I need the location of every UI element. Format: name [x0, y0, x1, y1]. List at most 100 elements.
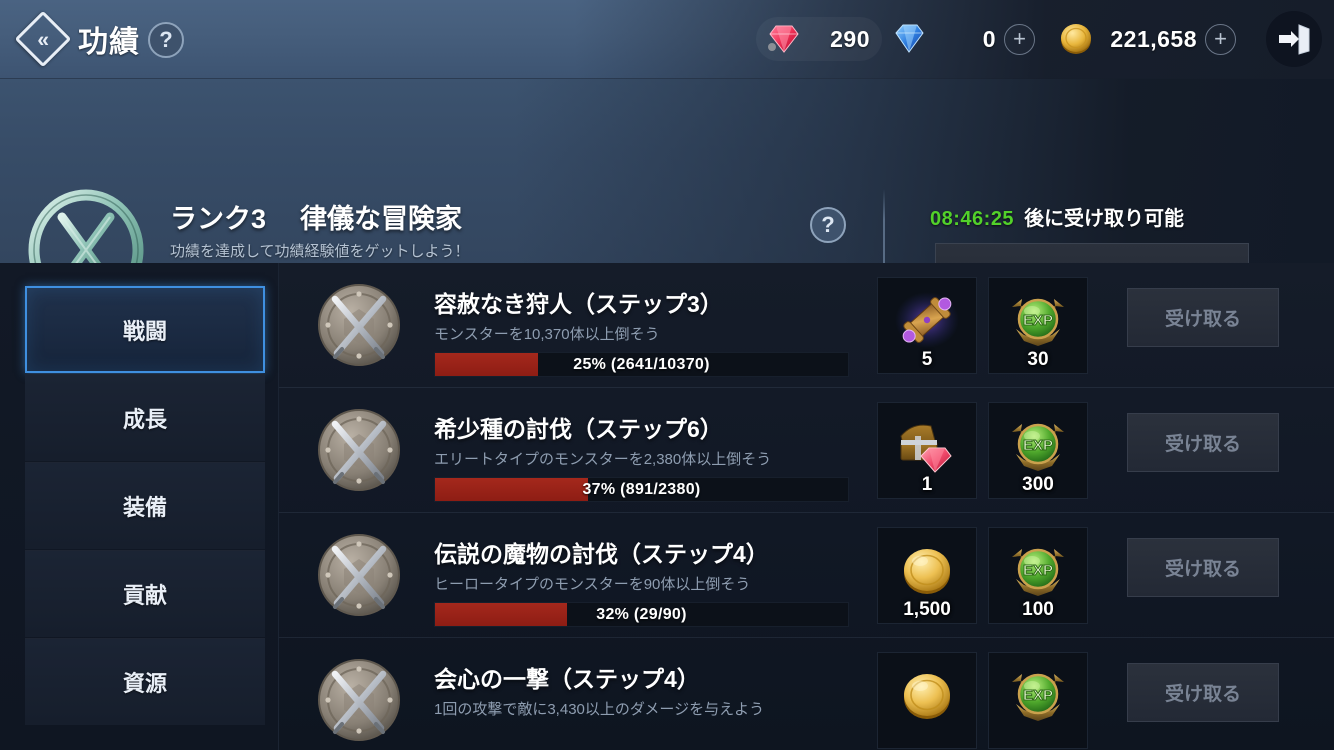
supply-timer: 08:46:25 後に受け取り可能 — [930, 202, 1184, 231]
reward-group: 1 EXP 300 — [877, 402, 1088, 499]
achievement-description: モンスターを10,370体以上倒そう — [434, 326, 660, 343]
sidebar-item-label: 戦闘 — [122, 318, 167, 344]
reward-count: 1 — [921, 474, 933, 495]
exp-badge-icon: EXP — [1004, 414, 1072, 476]
reward-group: 1,500 EXP 100 — [877, 527, 1088, 624]
currency-bar: 290 0 + 221,658 + — [756, 12, 1250, 66]
achievement-progress-label: 32% (29/90) — [596, 605, 687, 623]
achievement-name: 希少種の討伐（ステップ6） — [434, 416, 723, 442]
currency-ruby[interactable]: 290 — [756, 17, 882, 61]
achievement-progress-bar: 32% (29/90) — [434, 602, 849, 627]
achievement-progress-bar: 37% (891/2380) — [434, 477, 849, 502]
sidebar-item-label: 資源 — [122, 671, 167, 696]
double-chevron-left-icon: « — [14, 10, 72, 68]
page-title: 功績 — [78, 26, 140, 59]
achievement-name: 会心の一撃（ステップ4） — [434, 666, 700, 692]
reward-item[interactable]: 1,500 — [877, 527, 977, 624]
question-mark-icon: ? — [821, 212, 835, 237]
achievement-row[interactable]: 容赦なき狩人（ステップ3） モンスターを10,370体以上倒そう 25% (26… — [279, 263, 1334, 388]
question-mark-icon: ? — [159, 27, 173, 52]
currency-gold-value: 221,658 — [1110, 25, 1197, 52]
reward-item[interactable]: EXP 100 — [988, 527, 1088, 624]
achievement-progress-label: 25% (2641/10370) — [573, 355, 710, 373]
svg-text:EXP: EXP — [1023, 562, 1053, 579]
add-gold-button[interactable]: + — [1205, 23, 1236, 55]
crossed-swords-shield-icon — [311, 277, 407, 373]
svg-text:EXP: EXP — [1023, 437, 1053, 454]
gold-coin-icon — [893, 664, 961, 726]
rank-number-label: ランク3 — [170, 204, 267, 234]
sidebar-item-label: 装備 — [122, 495, 167, 520]
currency-gold[interactable]: 221,658 + — [1049, 17, 1250, 61]
add-diamond-button[interactable]: + — [1004, 23, 1035, 55]
purple-scroll-icon — [893, 289, 961, 351]
exit-door-icon — [1279, 24, 1310, 55]
exit-button[interactable] — [1266, 11, 1322, 67]
top-bar: « 功績 ? 290 0 + 221,658 + — [0, 0, 1334, 79]
sidebar-item-battle[interactable]: 戦闘 — [25, 286, 265, 373]
back-button[interactable]: « — [14, 10, 72, 68]
achievement-name: 容赦なき狩人（ステップ3） — [434, 291, 723, 317]
achievement-row[interactable]: 希少種の討伐（ステップ6） エリートタイプのモンスターを2,380体以上倒そう … — [279, 388, 1334, 513]
supply-timer-suffix: 後に受け取り可能 — [1024, 208, 1185, 230]
exp-badge-icon: EXP — [1004, 289, 1072, 351]
help-button-rank[interactable]: ? — [810, 207, 846, 243]
achievement-description: エリートタイプのモンスターを2,380体以上倒そう — [434, 451, 772, 468]
reward-item[interactable]: EXP — [988, 652, 1088, 749]
crossed-swords-shield-icon — [311, 527, 407, 623]
reward-count: 5 — [921, 349, 933, 370]
reward-group: 5 EXP 30 — [877, 277, 1088, 374]
currency-diamond-value: 0 — [982, 25, 996, 52]
exp-badge-icon: EXP — [1004, 664, 1072, 726]
currency-diamond[interactable]: 0 + — [882, 17, 1049, 61]
reward-item[interactable] — [877, 652, 977, 749]
achievements-screen: « 功績 ? 290 0 + 221,658 + ランク3 律儀な冒険家 功績を… — [0, 0, 1334, 750]
sidebar-item-contribution[interactable]: 貢献 — [25, 550, 265, 637]
reward-group: EXP — [877, 652, 1088, 749]
rank-title: ランク3 律儀な冒険家 — [170, 197, 462, 236]
sidebar-item-equipment[interactable]: 装備 — [25, 462, 265, 549]
svg-text:EXP: EXP — [1023, 312, 1053, 329]
currency-ruby-value: 290 — [830, 25, 870, 52]
treasure-chest-ruby-icon — [893, 414, 961, 476]
reward-item[interactable]: EXP 30 — [988, 277, 1088, 374]
reward-item[interactable]: EXP 300 — [988, 402, 1088, 499]
claim-button[interactable]: 受け取る — [1127, 413, 1279, 472]
reward-count: 30 — [1027, 349, 1049, 370]
reward-item[interactable]: 5 — [877, 277, 977, 374]
sidebar-item-resources[interactable]: 資源 — [25, 638, 265, 725]
achievement-list[interactable]: 容赦なき狩人（ステップ3） モンスターを10,370体以上倒そう 25% (26… — [279, 263, 1334, 750]
sidebar-item-label: 貢献 — [122, 583, 167, 608]
crossed-swords-shield-icon — [311, 402, 407, 498]
supply-timer-value: 08:46:25 — [930, 208, 1015, 230]
reward-count: 1,500 — [903, 599, 951, 620]
claim-button[interactable]: 受け取る — [1127, 663, 1279, 722]
achievement-description: ヒーロータイプのモンスターを90体以上倒そう — [434, 576, 751, 593]
crossed-swords-shield-icon — [311, 652, 407, 748]
help-button-header[interactable]: ? — [148, 22, 184, 58]
gold-coin-icon — [1055, 18, 1097, 60]
achievement-row[interactable]: 伝説の魔物の討伐（ステップ4） ヒーロータイプのモンスターを90体以上倒そう 3… — [279, 513, 1334, 638]
svg-text:EXP: EXP — [1023, 687, 1053, 704]
achievement-row[interactable]: 会心の一撃（ステップ4） 1回の攻撃で敵に3,430以上のダメージを与えよう E… — [279, 638, 1334, 750]
ruby-gem-icon — [762, 18, 804, 60]
reward-count: 300 — [1022, 474, 1054, 495]
rank-subtitle: 功績を達成して功績経験値をゲットしよう！ — [170, 243, 470, 260]
achievement-progress-label: 37% (891/2380) — [582, 480, 701, 498]
category-sidebar: 戦闘 成長 装備 貢献 資源 — [0, 263, 279, 750]
achievement-name: 伝説の魔物の討伐（ステップ4） — [434, 541, 769, 567]
reward-count: 100 — [1022, 599, 1054, 620]
rank-banner-gradient — [514, 79, 1334, 263]
exp-badge-icon: EXP — [1004, 539, 1072, 601]
claim-button[interactable]: 受け取る — [1127, 288, 1279, 347]
blue-diamond-icon — [888, 18, 930, 60]
claim-button[interactable]: 受け取る — [1127, 538, 1279, 597]
gold-coin-icon — [893, 539, 961, 601]
rank-name-label: 律儀な冒険家 — [300, 204, 463, 234]
achievement-description: 1回の攻撃で敵に3,430以上のダメージを与えよう — [434, 701, 765, 718]
reward-item[interactable]: 1 — [877, 402, 977, 499]
sidebar-item-label: 成長 — [122, 407, 167, 432]
rank-banner: ランク3律儀な冒険家 功績を達成して功績経験値をゲットしよう！ 2% (40/1… — [0, 79, 1334, 311]
achievement-progress-bar: 25% (2641/10370) — [434, 352, 849, 377]
sidebar-item-growth[interactable]: 成長 — [25, 374, 265, 461]
